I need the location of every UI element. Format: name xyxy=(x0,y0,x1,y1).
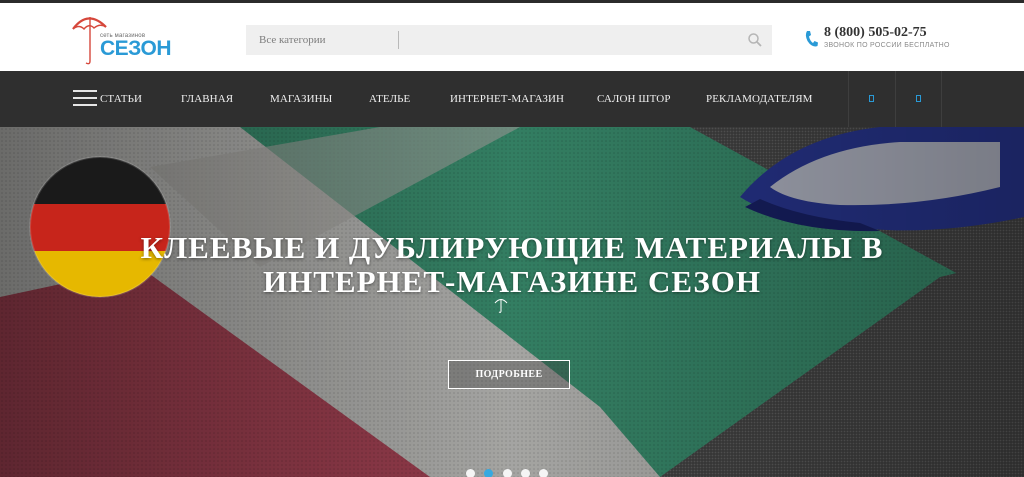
slider-dot[interactable] xyxy=(521,469,530,477)
more-button[interactable]: ПОДРОБНЕЕ xyxy=(448,360,570,389)
hero-slider: КЛЕЕВЫЕ И ДУБЛИРУЮЩИЕ МАТЕРИАЛЫ В ИНТЕРН… xyxy=(0,127,1024,477)
nav-item-home[interactable]: ГЛАВНАЯ xyxy=(181,71,233,127)
category-select[interactable]: Все категории xyxy=(259,25,325,55)
slider-dot-active[interactable] xyxy=(484,469,493,477)
slider-dot[interactable] xyxy=(466,469,475,477)
nav-item-articles[interactable]: СТАТЬИ xyxy=(100,71,142,127)
phone-number[interactable]: 8 (800) 505-02-75 xyxy=(824,25,927,41)
cart-icon[interactable] xyxy=(895,71,942,127)
site-header: сеть магазинов СЕЗОН Все категории 8 (80… xyxy=(0,3,1024,71)
hero-title: КЛЕЕВЫЕ И ДУБЛИРУЮЩИЕ МАТЕРИАЛЫ В ИНТЕРН… xyxy=(140,230,884,299)
main-nav: СТАТЬИ ГЛАВНАЯ МАГАЗИНЫ АТЕЛЬЕ ИНТЕРНЕТ-… xyxy=(0,71,1024,127)
hero-background-image xyxy=(0,127,1024,477)
phone-subtitle: ЗВОНОК ПО РОССИИ БЕСПЛАТНО xyxy=(824,42,950,49)
logo-title: СЕЗОН xyxy=(100,37,172,60)
phone-icon xyxy=(804,30,818,48)
nav-item-curtain-salon[interactable]: САЛОН ШТОР xyxy=(597,71,671,127)
nav-item-stores[interactable]: МАГАЗИНЫ xyxy=(270,71,332,127)
search-bar: Все категории xyxy=(246,25,772,55)
search-input[interactable] xyxy=(406,25,736,55)
umbrella-mark-icon xyxy=(494,297,508,313)
logo[interactable]: сеть магазинов СЕЗОН xyxy=(70,11,172,65)
search-icon[interactable] xyxy=(746,31,764,49)
hamburger-icon[interactable] xyxy=(73,88,97,108)
nav-item-atelier[interactable]: АТЕЛЬЕ xyxy=(369,71,410,127)
slider-dot[interactable] xyxy=(539,469,548,477)
slider-dot[interactable] xyxy=(503,469,512,477)
user-icon[interactable] xyxy=(848,71,895,127)
search-divider xyxy=(398,31,399,49)
nav-item-advertisers[interactable]: РЕКЛАМОДАТЕЛЯМ xyxy=(706,71,813,127)
nav-item-online-store[interactable]: ИНТЕРНЕТ-МАГАЗИН xyxy=(450,71,564,127)
